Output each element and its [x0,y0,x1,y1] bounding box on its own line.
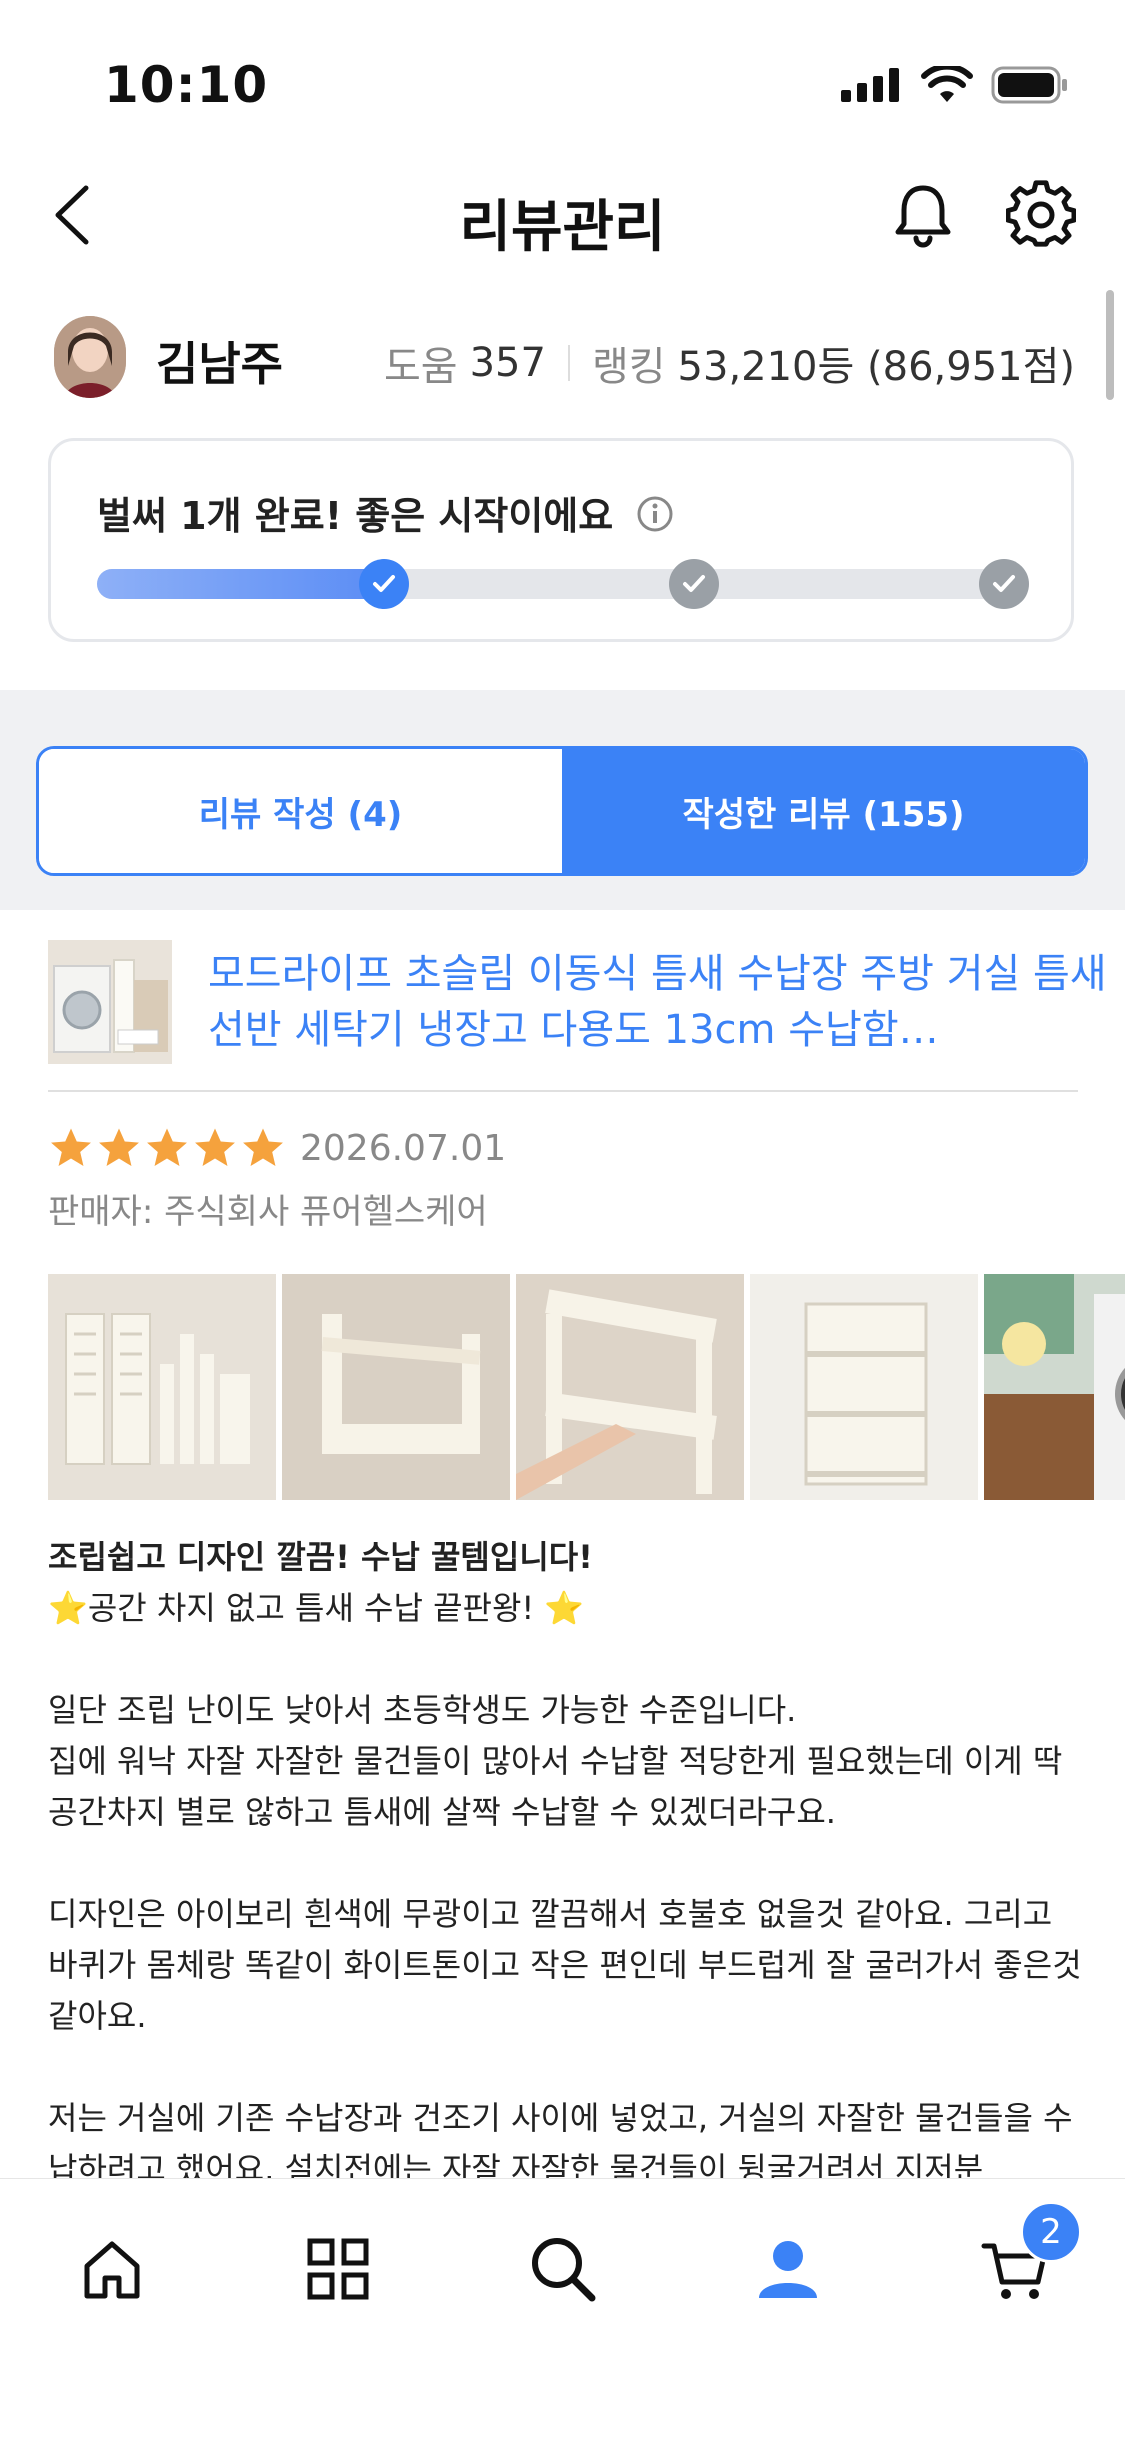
bottom-nav: 2 [0,2178,1125,2437]
progress-step-2 [669,559,719,609]
check-icon [993,575,1015,592]
product-thumbnail[interactable] [48,940,172,1064]
avatar-image [54,316,126,398]
search-icon [532,2238,596,2302]
battery-icon [991,66,1067,104]
scrollbar[interactable] [1106,290,1114,400]
profile-name: 김남주 [156,337,283,391]
home-icon [84,2241,140,2299]
wifi-icon [921,66,973,102]
profile-icon [759,2241,817,2298]
review-photo[interactable] [48,1274,276,1500]
star-icon [99,1128,139,1167]
progress-card: 벌써 1개 완료! 좋은 시작이에요 [48,438,1074,642]
progress-step-3 [979,559,1029,609]
nav-categories[interactable] [283,2219,393,2319]
notification-button[interactable] [888,180,958,250]
status-icons [841,66,1069,104]
nav-home[interactable] [57,2219,167,2319]
progress-fill [97,569,383,599]
tab-written-reviews[interactable]: 작성한 리뷰 (155) [562,749,1085,873]
star-icon [147,1128,187,1167]
grid-icon [307,2238,369,2300]
review-paragraph: 디자인은 아이보리 흰색에 무광이고 깔끔해서 호불호 없을것 같아요. 그리고… [48,1895,1082,2035]
cart-badge: 2 [1020,2201,1082,2263]
app-header: 리뷰관리 [0,170,1125,260]
divider [48,1090,1078,1092]
product-title[interactable]: 모드라이프 초슬림 이동식 틈새 수납장 주방 거실 틈새 선반 세탁기 냉장고… [208,946,1118,1058]
review-subline: ⭐공간 차지 없고 틈새 수납 끝판왕! ⭐ [48,1589,585,1627]
review-photo[interactable] [750,1274,978,1500]
nav-my-page[interactable] [733,2219,843,2319]
stats-divider [567,345,570,381]
info-icon[interactable] [636,495,674,542]
review-headline: 조립쉽고 디자인 깔끔! 수납 꿀템입니다! [48,1538,593,1576]
review-photo[interactable] [516,1274,744,1500]
help-label: 도움 [383,344,458,390]
star-icon [195,1128,235,1167]
review-tabs: 리뷰 작성 (4) 작성한 리뷰 (155) [36,746,1088,876]
review-paragraph: 집에 워낙 자잘 자잘한 물건들이 많아서 수납할 적당한게 필요했는데 이게 … [48,1742,1063,1831]
progress-message-row: 벌써 1개 완료! 좋은 시작이에요 [97,485,674,542]
bell-icon [895,185,951,248]
review-text: 조립쉽고 디자인 깔끔! 수납 꿀템입니다! ⭐공간 차지 없고 틈새 수납 끝… [48,1532,1088,2182]
signal-icon [841,68,899,102]
check-icon [373,575,395,592]
review-date: 2026.07.01 [300,1127,507,1169]
rating-row: 2026.07.01 [48,1120,506,1176]
settings-button[interactable] [1005,180,1077,250]
star-icon [51,1128,91,1167]
review-photo[interactable] [984,1274,1125,1500]
ranking-label: 랭킹 [591,344,666,390]
seller-name: 판매자: 주식회사 퓨어헬스케어 [48,1192,488,1232]
gear-icon [1005,180,1077,247]
progress-step-1 [359,559,409,609]
review-paragraph: 저는 거실에 기존 수납장과 건조기 사이에 넣었고, 거실의 자잘한 물건들을… [48,2099,1073,2182]
star-icon [243,1128,283,1167]
product-row[interactable]: 모드라이프 초슬림 이동식 틈새 수납장 주방 거실 틈새 선반 세탁기 냉장고… [48,936,1107,1086]
progress-message: 벌써 1개 완료! 좋은 시작이에요 [97,494,614,538]
review-photos [48,1274,1125,1500]
progress-track [97,559,1029,609]
ranking-value: 53,210등 (86,951점) [677,344,1075,390]
review-paragraph: 일단 조립 난이도 낮아서 초등학생도 가능한 수준입니다. [48,1691,797,1729]
review-photo[interactable] [282,1274,510,1500]
star-rating [48,1125,286,1171]
profile-summary: 김남주 도움 357 랭킹 53,210등 (86,951점) [0,310,1125,410]
help-count: 357 [469,340,546,386]
avatar[interactable] [54,316,126,398]
profile-stats: 도움 357 랭킹 53,210등 (86,951점) [384,334,1075,392]
status-bar: 10:10 [0,0,1125,170]
status-time: 10:10 [104,56,269,114]
check-icon [683,575,705,592]
tab-write-review[interactable]: 리뷰 작성 (4) [39,749,562,873]
nav-search[interactable] [508,2219,618,2319]
